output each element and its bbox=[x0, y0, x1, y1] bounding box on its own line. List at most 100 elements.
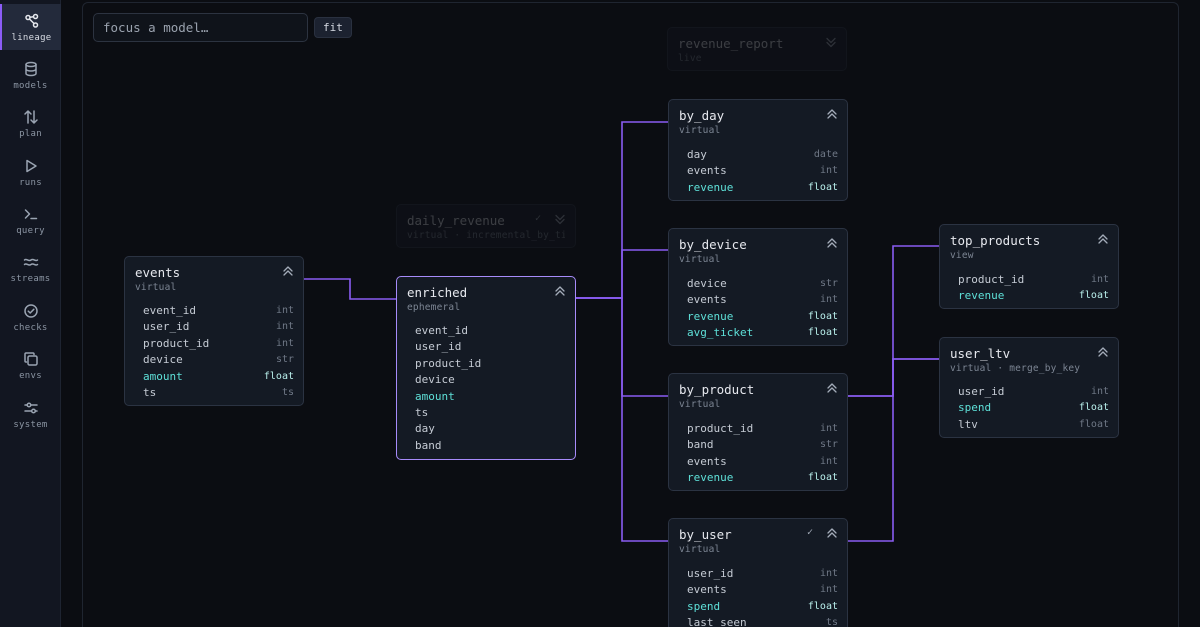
node-revenue-report[interactable]: revenue_report live bbox=[667, 27, 847, 71]
node-top-products[interactable]: top_products view product_id int revenue f… bbox=[939, 224, 1119, 309]
column-name: day bbox=[687, 148, 707, 161]
node-title: by_device bbox=[679, 237, 747, 252]
sidebar-item-label: lineage bbox=[11, 33, 52, 43]
chevrons-up-icon[interactable] bbox=[281, 263, 295, 277]
column-row[interactable]: events int bbox=[687, 163, 838, 179]
sidebar-item-label: query bbox=[16, 226, 45, 236]
sidebar-item-label: envs bbox=[19, 371, 42, 381]
column-row[interactable]: events int bbox=[687, 292, 838, 308]
chevrons-up-icon[interactable] bbox=[825, 235, 839, 249]
sidebar-item-plan[interactable]: plan bbox=[0, 100, 61, 146]
checkmark-icon[interactable]: ✓ bbox=[535, 213, 541, 224]
column-row[interactable]: amount bbox=[415, 389, 566, 405]
node-by-day[interactable]: by_day virtual day date events int revenue… bbox=[668, 99, 848, 201]
column-row[interactable]: product_id int bbox=[958, 272, 1109, 288]
sidebar: lineage models plan runs query streams c… bbox=[0, 0, 61, 627]
column-row[interactable]: amount float bbox=[143, 369, 294, 385]
node-title: top_products bbox=[950, 233, 1041, 248]
sidebar-item-query[interactable]: query bbox=[0, 197, 61, 243]
column-row[interactable]: band bbox=[415, 438, 566, 454]
node-title: enriched bbox=[407, 285, 468, 300]
sidebar-item-label: models bbox=[13, 81, 48, 91]
node-title: by_user bbox=[679, 527, 732, 542]
column-row[interactable]: revenue float bbox=[958, 288, 1109, 304]
chevrons-up-icon[interactable] bbox=[553, 283, 567, 297]
node-enriched[interactable]: enriched ephemeral event_id user_id prod… bbox=[396, 276, 576, 460]
node-by-device[interactable]: by_device virtual device str events int re… bbox=[668, 228, 848, 346]
column-type: float bbox=[807, 181, 838, 193]
column-name: amount bbox=[143, 369, 183, 383]
column-type: int bbox=[1090, 274, 1109, 285]
column-type: int bbox=[819, 584, 838, 596]
sidebar-item-envs[interactable]: envs bbox=[0, 342, 61, 388]
column-row[interactable]: revenue float bbox=[687, 470, 838, 486]
column-row[interactable]: user_id int bbox=[143, 319, 294, 335]
fit-button[interactable]: fit bbox=[314, 17, 352, 38]
node-by-user[interactable]: by_user virtual ✓ user_id int events int s… bbox=[668, 518, 848, 627]
column-row[interactable]: band str bbox=[687, 437, 838, 453]
node-title: user_ltv bbox=[950, 346, 1011, 361]
column-name: product_id bbox=[143, 336, 210, 350]
sidebar-item-runs[interactable]: runs bbox=[0, 149, 61, 195]
column-row[interactable]: product_id bbox=[415, 356, 566, 372]
sidebar-item-models[interactable]: models bbox=[0, 52, 61, 98]
node-title: by_product bbox=[679, 382, 755, 397]
column-name: ltv bbox=[958, 417, 978, 431]
node-by-product[interactable]: by_product virtual product_id int band str… bbox=[668, 373, 848, 491]
sidebar-item-label: runs bbox=[19, 178, 42, 188]
column-row[interactable]: spend float bbox=[687, 599, 838, 615]
column-row[interactable]: event_id int bbox=[143, 303, 294, 319]
chevrons-down-icon[interactable] bbox=[553, 211, 567, 225]
column-type: ts bbox=[281, 386, 294, 398]
column-row[interactable]: user_id bbox=[415, 339, 566, 355]
column-row[interactable]: revenue float bbox=[687, 180, 838, 196]
column-row[interactable]: device str bbox=[143, 352, 294, 368]
sidebar-item-checks[interactable]: checks bbox=[0, 294, 61, 340]
chevrons-up-icon[interactable] bbox=[825, 380, 839, 394]
node-kind: virtual bbox=[679, 125, 721, 136]
column-name: ts bbox=[415, 405, 429, 419]
search-input[interactable] bbox=[93, 13, 308, 42]
play-icon bbox=[25, 159, 37, 173]
sidebar-item-lineage[interactable]: lineage bbox=[0, 4, 61, 50]
column-row[interactable]: ts bbox=[415, 405, 566, 421]
column-row[interactable]: ts ts bbox=[143, 385, 294, 401]
node-user-ltv[interactable]: user_ltv virtual · merge_by_key user_id i… bbox=[939, 337, 1119, 438]
column-type: float bbox=[807, 472, 838, 484]
column-list: product_id int band str events int revenue f… bbox=[687, 421, 838, 487]
column-row[interactable]: user_id int bbox=[687, 566, 838, 582]
column-row[interactable]: revenue float bbox=[687, 309, 838, 325]
column-name: amount bbox=[415, 389, 455, 403]
column-row[interactable]: events int bbox=[687, 582, 838, 598]
copy-icon bbox=[23, 352, 38, 366]
sidebar-item-streams[interactable]: streams bbox=[0, 245, 61, 291]
column-row[interactable]: event_id bbox=[415, 323, 566, 339]
chevrons-down-icon[interactable] bbox=[824, 34, 838, 48]
column-row[interactable]: ltv float bbox=[958, 417, 1109, 433]
column-name: user_id bbox=[415, 340, 462, 354]
column-row[interactable]: spend float bbox=[958, 400, 1109, 416]
node-events[interactable]: events virtual event_id int user_id int pr… bbox=[124, 256, 304, 406]
column-row[interactable]: device str bbox=[687, 276, 838, 292]
column-row[interactable]: avg_ticket float bbox=[687, 325, 838, 341]
column-row[interactable]: last_seen ts bbox=[687, 615, 838, 627]
column-name: revenue bbox=[958, 289, 1005, 303]
check-circle-icon bbox=[23, 304, 38, 318]
column-type: int bbox=[819, 455, 838, 467]
node-daily-revenue[interactable]: daily_revenue virtual · incremental_by_t… bbox=[396, 204, 576, 248]
chevrons-up-icon[interactable] bbox=[1096, 344, 1110, 358]
column-row[interactable]: product_id int bbox=[143, 336, 294, 352]
sidebar-item-system[interactable]: system bbox=[0, 391, 61, 437]
column-row[interactable]: day date bbox=[687, 147, 838, 163]
sidebar-item-label: streams bbox=[10, 274, 51, 284]
checkmark-icon[interactable]: ✓ bbox=[807, 527, 813, 538]
column-row[interactable]: day bbox=[415, 421, 566, 437]
column-row[interactable]: user_id int bbox=[958, 384, 1109, 400]
column-row[interactable]: events int bbox=[687, 454, 838, 470]
column-row[interactable]: product_id int bbox=[687, 421, 838, 437]
column-row[interactable]: device bbox=[415, 372, 566, 388]
chevrons-up-icon[interactable] bbox=[1096, 231, 1110, 245]
column-name: product_id bbox=[415, 356, 482, 370]
chevrons-up-icon[interactable] bbox=[825, 106, 839, 120]
chevrons-up-icon[interactable] bbox=[825, 525, 839, 539]
